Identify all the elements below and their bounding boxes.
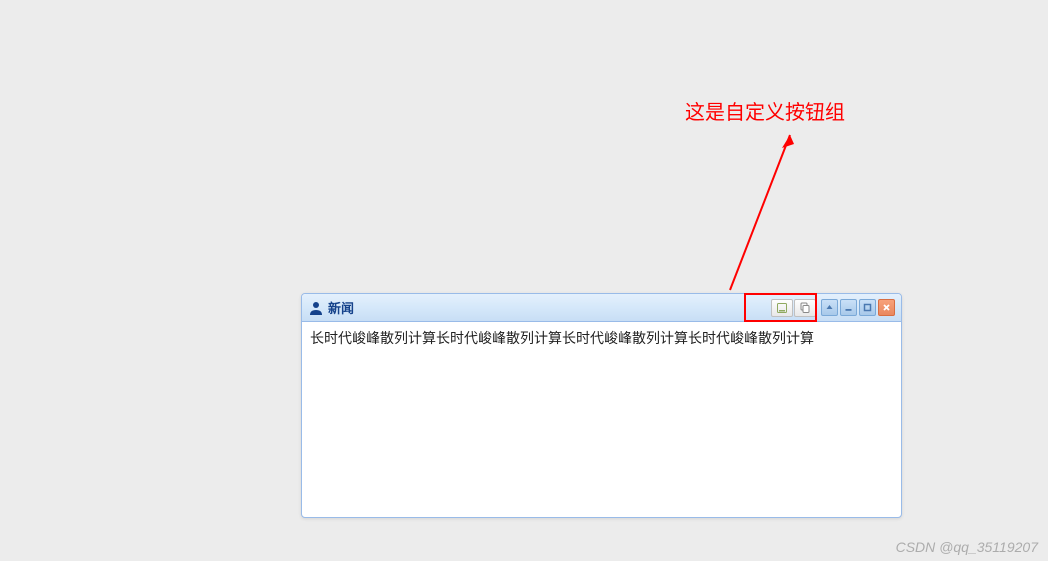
panel-title: 新闻 [328, 298, 770, 317]
panel-body: 长时代峻峰散列计算长时代峻峰散列计算长时代峻峰散列计算长时代峻峰散列计算 [302, 322, 901, 517]
panel-tools [770, 298, 895, 318]
watermark: CSDN @qq_35119207 [896, 539, 1038, 555]
close-button[interactable] [878, 299, 895, 316]
annotation-arrow [720, 130, 820, 300]
custom-tool-2[interactable] [794, 299, 816, 317]
custom-tools-group [770, 298, 817, 318]
panel-header: 新闻 [302, 294, 901, 322]
minimize-button[interactable] [840, 299, 857, 316]
collapse-button[interactable] [821, 299, 838, 316]
user-icon [308, 300, 324, 316]
news-panel: 新闻 [301, 293, 902, 518]
annotation-label: 这是自定义按钮组 [685, 96, 845, 125]
panel-content-text: 长时代峻峰散列计算长时代峻峰散列计算长时代峻峰散列计算长时代峻峰散列计算 [310, 328, 893, 349]
custom-tool-1[interactable] [771, 299, 793, 317]
maximize-button[interactable] [859, 299, 876, 316]
